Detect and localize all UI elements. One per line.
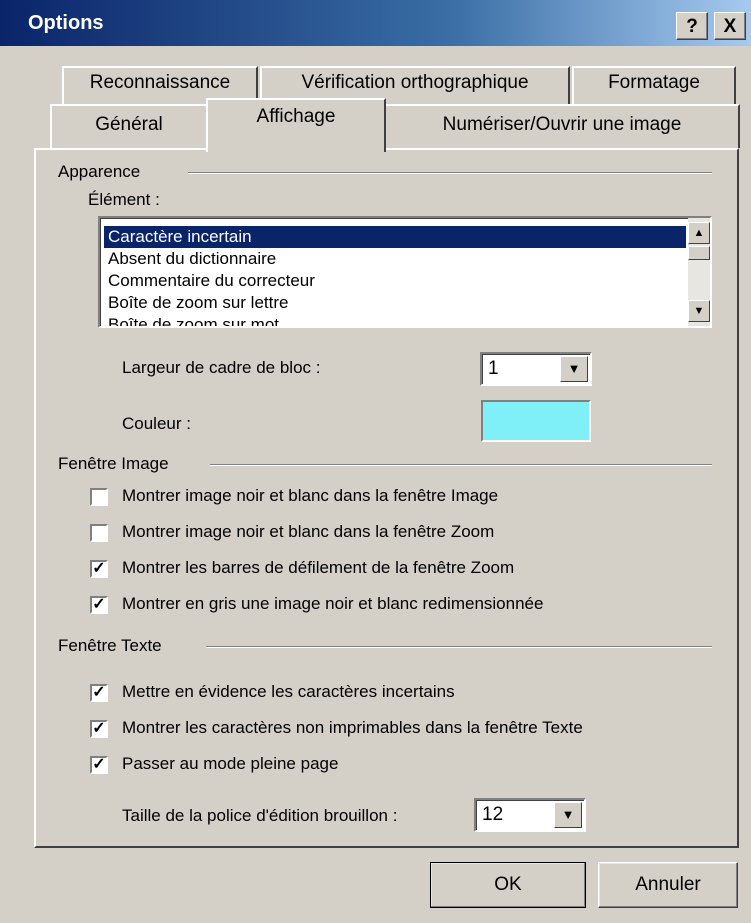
group-label-appearance: Apparence (58, 162, 141, 181)
title-bar[interactable]: Options ? X (0, 0, 751, 46)
checkbox-show-bw-zoom[interactable] (90, 524, 108, 542)
ok-button[interactable]: OK (430, 862, 586, 908)
color-swatch-button[interactable] (481, 400, 591, 442)
checkbox-full-page[interactable]: ✓ (90, 756, 108, 774)
tab-label: Général (95, 114, 163, 135)
cancel-button[interactable]: Annuler (598, 862, 738, 908)
list-item[interactable]: Commentaire du correcteur (108, 270, 315, 292)
checkbox-nonprintable[interactable]: ✓ (90, 720, 108, 738)
group-label-image-window: Fenêtre Image (58, 454, 169, 473)
tab-affichage[interactable]: Affichage (206, 98, 386, 152)
frame-width-value: 1 (488, 358, 499, 379)
dropdown-arrow-icon[interactable]: ▼ (554, 802, 582, 828)
list-item[interactable]: Boîte de zoom sur mot (108, 314, 279, 326)
option-label: Montrer image noir et blanc dans la fenê… (122, 522, 495, 541)
list-item[interactable]: Absent du dictionnaire (108, 248, 276, 270)
element-label: Élément : (88, 190, 160, 209)
font-size-value: 12 (482, 804, 504, 825)
color-label: Couleur : (122, 414, 191, 433)
group-label-text-window: Fenêtre Texte (58, 636, 162, 655)
checkbox-gray-resized[interactable]: ✓ (90, 596, 108, 614)
tab-label: Numériser/Ouvrir une image (442, 114, 682, 135)
group-divider (210, 464, 712, 466)
tab-label: Reconnaissance (89, 72, 231, 93)
scroll-up-arrow-icon[interactable]: ▲ (688, 222, 710, 244)
group-divider (188, 172, 712, 174)
option-label: Montrer en gris une image noir et blanc … (122, 594, 544, 613)
group-divider (206, 646, 712, 648)
help-button[interactable]: ? (676, 12, 708, 40)
frame-width-select[interactable]: 1 ▼ (480, 352, 592, 386)
list-item[interactable]: Boîte de zoom sur lettre (108, 292, 288, 314)
option-label: Passer au mode pleine page (122, 754, 339, 773)
option-label: Montrer les barres de défilement de la f… (122, 558, 515, 577)
tab-numeriser-ouvrir[interactable]: Numériser/Ouvrir une image (384, 104, 740, 148)
font-size-label: Taille de la police d'édition brouillon … (122, 806, 398, 825)
close-button[interactable]: X (714, 12, 746, 40)
checkbox-zoom-scrollbars[interactable]: ✓ (90, 560, 108, 578)
tab-label: Formatage (608, 72, 700, 93)
tab-label: Vérification orthographique (301, 72, 529, 93)
options-dialog: Options ? X Reconnaissance Vérification … (0, 0, 751, 923)
listbox-scrollbar[interactable]: ▲ ▼ (688, 218, 710, 326)
window-title: Options (28, 12, 104, 34)
tab-formatage[interactable]: Formatage (572, 66, 736, 104)
tab-general[interactable]: Général (50, 104, 208, 148)
element-listbox[interactable]: Caractère incertain Absent du dictionnai… (98, 216, 712, 328)
font-size-select[interactable]: 12 ▼ (474, 798, 586, 832)
option-label: Montrer image noir et blanc dans la fenê… (122, 486, 499, 505)
scroll-down-arrow-icon[interactable]: ▼ (688, 300, 710, 322)
tab-label: Affichage (256, 106, 336, 127)
option-label: Mettre en évidence les caractères incert… (122, 682, 455, 701)
dropdown-arrow-icon[interactable]: ▼ (560, 356, 588, 382)
list-item[interactable]: Caractère incertain (104, 226, 686, 248)
frame-width-label: Largeur de cadre de bloc : (122, 358, 321, 377)
option-label: Montrer les caractères non imprimables d… (122, 718, 583, 737)
checkbox-show-bw-image[interactable] (90, 488, 108, 506)
scroll-thumb[interactable] (688, 246, 710, 260)
checkbox-highlight-uncertain[interactable]: ✓ (90, 684, 108, 702)
